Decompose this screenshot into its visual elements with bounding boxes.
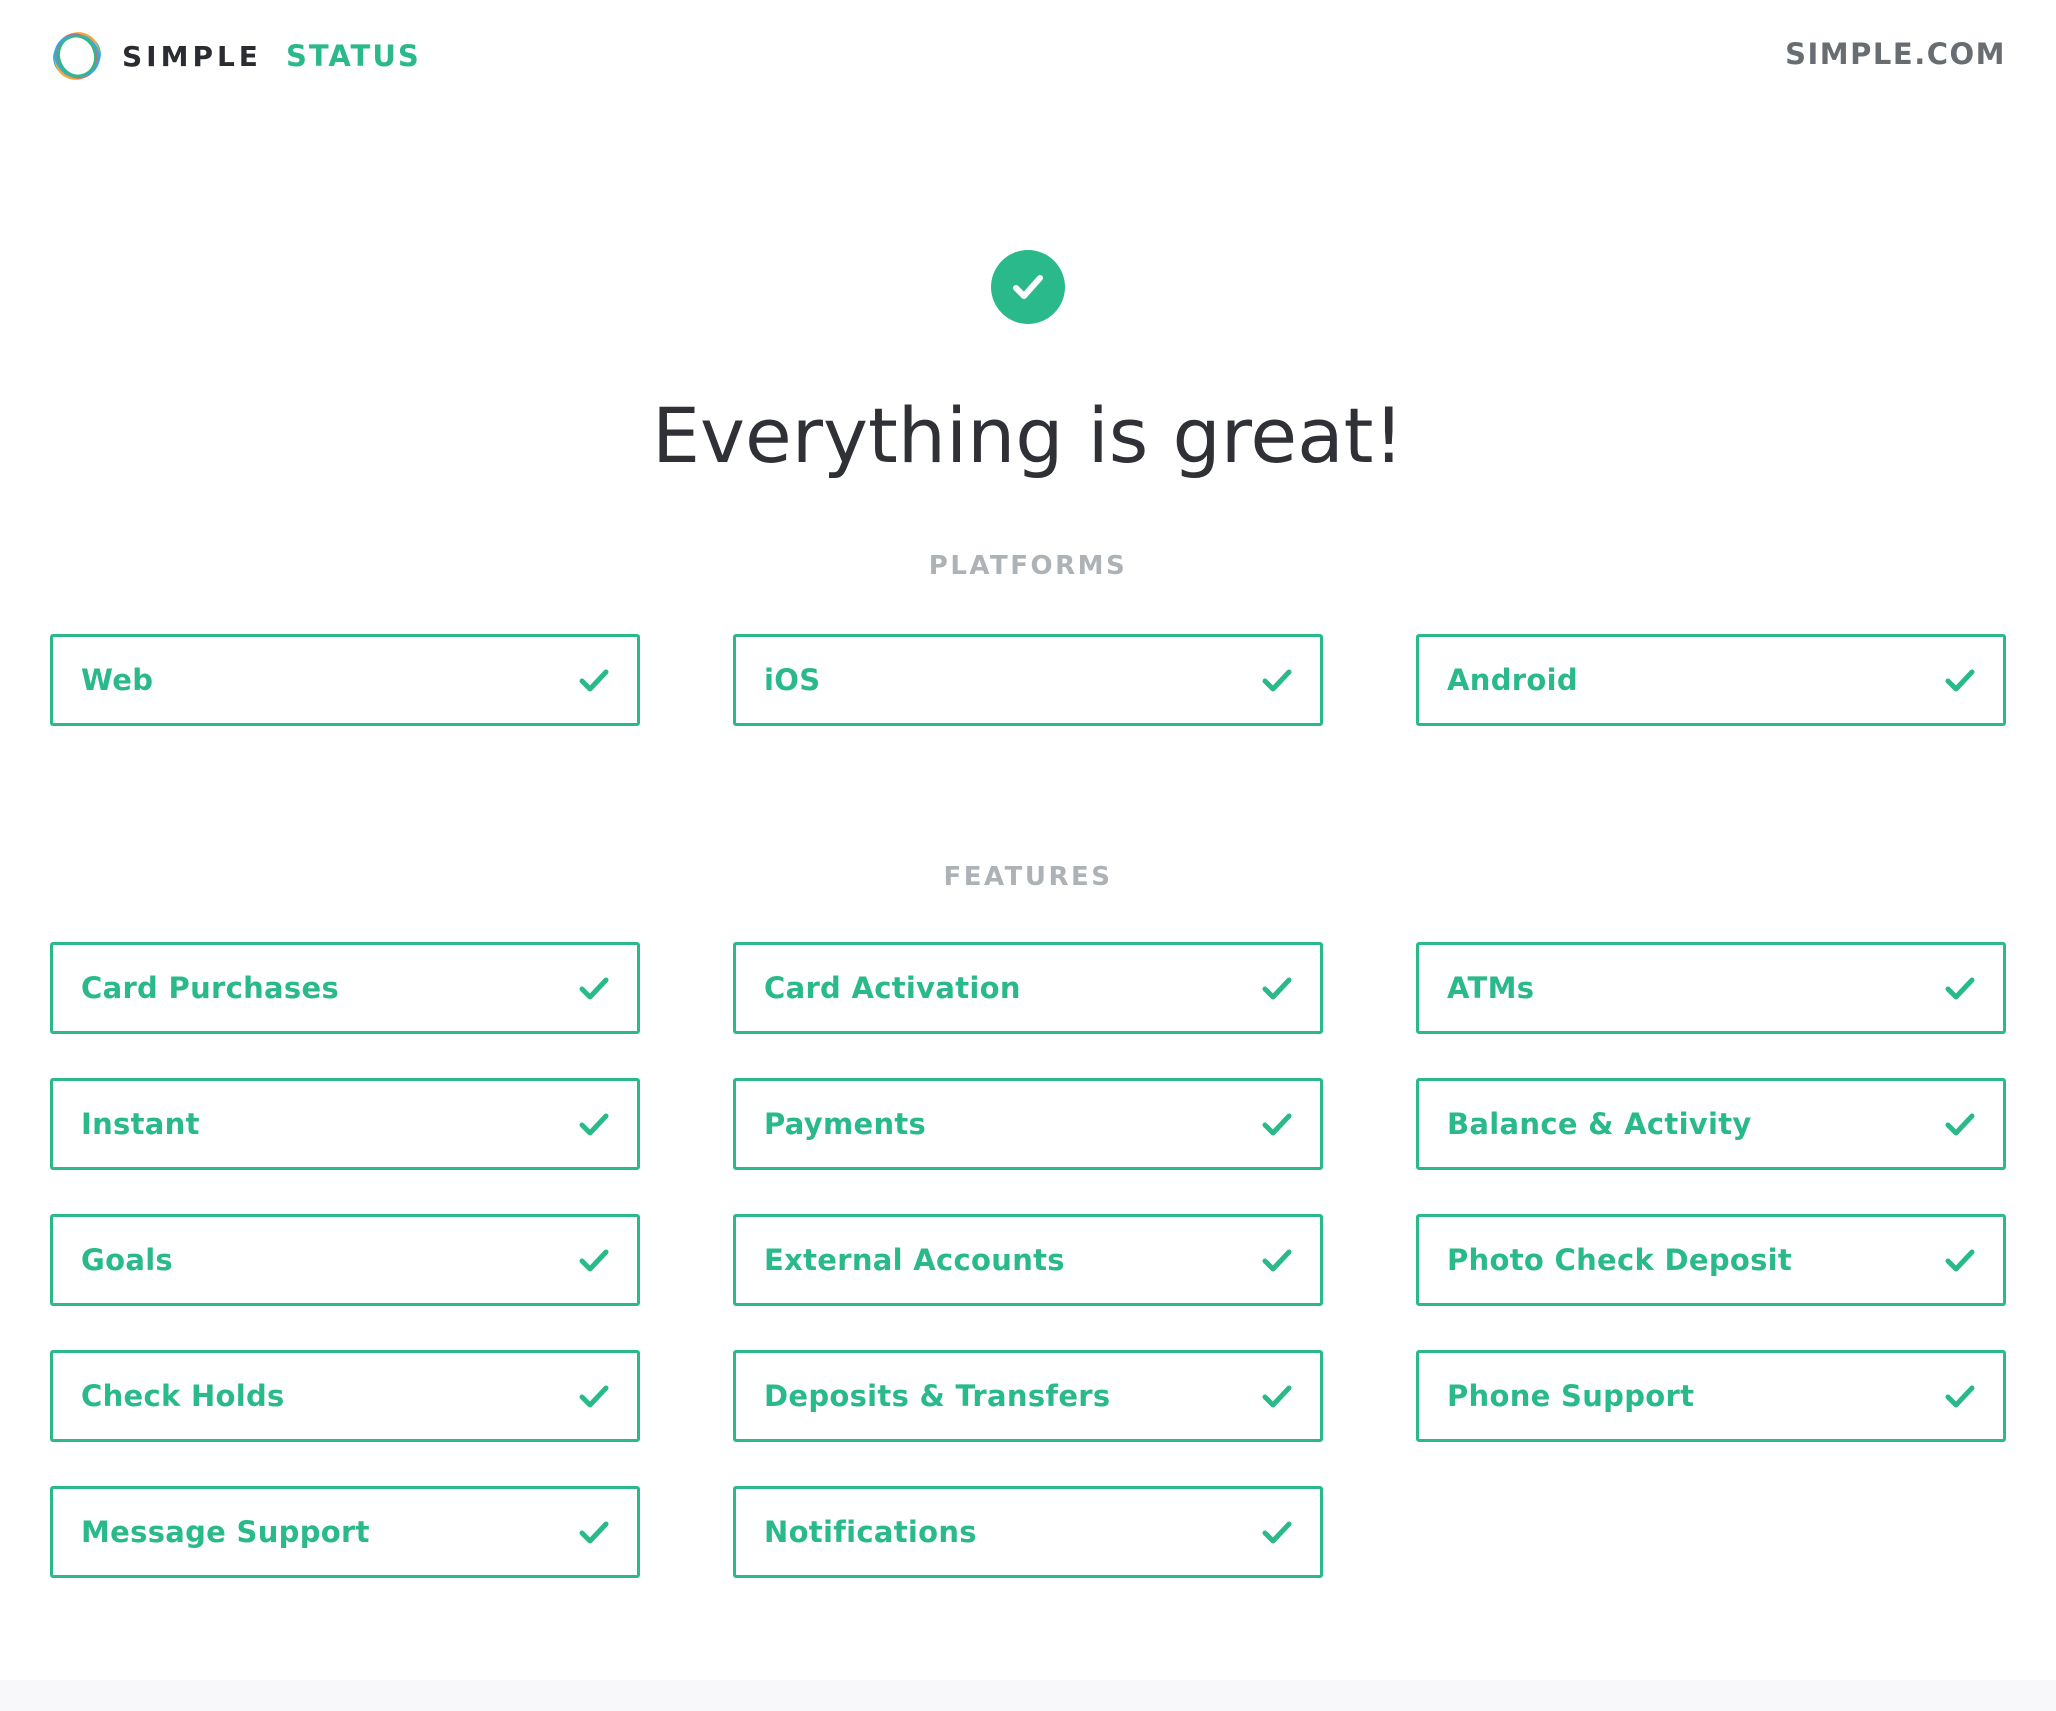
check-icon bbox=[1945, 1113, 1975, 1136]
feature-status-phone-support[interactable]: Phone Support bbox=[1416, 1350, 2006, 1442]
feature-status-deposits-transfers[interactable]: Deposits & Transfers bbox=[733, 1350, 1323, 1442]
footer-band bbox=[0, 1680, 2056, 1711]
feature-status-instant[interactable]: Instant bbox=[50, 1078, 640, 1170]
feature-label: Notifications bbox=[764, 1515, 977, 1549]
check-icon bbox=[1945, 669, 1975, 692]
feature-status-notifications[interactable]: Notifications bbox=[733, 1486, 1323, 1578]
platforms-grid: Web iOS Android bbox=[50, 634, 2006, 726]
check-icon bbox=[1262, 1521, 1292, 1544]
feature-status-card-activation[interactable]: Card Activation bbox=[733, 942, 1323, 1034]
feature-label: Card Activation bbox=[764, 971, 1021, 1005]
check-icon bbox=[579, 669, 609, 692]
brand-product: STATUS bbox=[285, 39, 421, 73]
feature-label: Photo Check Deposit bbox=[1447, 1243, 1793, 1277]
feature-status-photo-check-deposit[interactable]: Photo Check Deposit bbox=[1416, 1214, 2006, 1306]
features-heading: FEATURES bbox=[943, 861, 1113, 892]
feature-label: Instant bbox=[81, 1107, 200, 1141]
simple-logo-icon bbox=[53, 32, 101, 80]
feature-label: Phone Support bbox=[1447, 1379, 1695, 1413]
feature-status-goals[interactable]: Goals bbox=[50, 1214, 640, 1306]
platform-label: iOS bbox=[764, 663, 821, 697]
check-icon bbox=[1945, 1249, 1975, 1272]
platform-label: Web bbox=[81, 663, 154, 697]
brand[interactable]: SIMPLE STATUS bbox=[50, 28, 421, 84]
check-icon bbox=[579, 1521, 609, 1544]
feature-label: Card Purchases bbox=[81, 971, 340, 1005]
check-icon bbox=[1945, 977, 1975, 1000]
page-title: Everything is great! bbox=[652, 390, 1404, 480]
check-icon bbox=[1262, 669, 1292, 692]
check-icon bbox=[1945, 1385, 1975, 1408]
check-icon bbox=[1262, 1385, 1292, 1408]
feature-label: Check Holds bbox=[81, 1379, 285, 1413]
simple-com-link[interactable]: SIMPLE.COM bbox=[1785, 36, 2006, 72]
check-circle-icon bbox=[991, 250, 1065, 324]
feature-label: Goals bbox=[81, 1243, 173, 1277]
feature-status-check-holds[interactable]: Check Holds bbox=[50, 1350, 640, 1442]
feature-label: External Accounts bbox=[764, 1243, 1065, 1277]
platform-status-android[interactable]: Android bbox=[1416, 634, 2006, 726]
feature-label: Balance & Activity bbox=[1447, 1107, 1752, 1141]
check-icon bbox=[579, 977, 609, 1000]
check-icon bbox=[1262, 1249, 1292, 1272]
feature-status-atms[interactable]: ATMs bbox=[1416, 942, 2006, 1034]
check-icon bbox=[1262, 977, 1292, 1000]
brand-name: SIMPLE bbox=[122, 39, 262, 73]
platform-status-web[interactable]: Web bbox=[50, 634, 640, 726]
feature-status-balance-activity[interactable]: Balance & Activity bbox=[1416, 1078, 2006, 1170]
check-icon bbox=[579, 1113, 609, 1136]
feature-label: Message Support bbox=[81, 1515, 370, 1549]
check-icon bbox=[579, 1385, 609, 1408]
feature-status-payments[interactable]: Payments bbox=[733, 1078, 1323, 1170]
platform-label: Android bbox=[1447, 663, 1578, 697]
check-icon bbox=[579, 1249, 609, 1272]
check-icon bbox=[1262, 1113, 1292, 1136]
feature-status-message-support[interactable]: Message Support bbox=[50, 1486, 640, 1578]
feature-status-external-accounts[interactable]: External Accounts bbox=[733, 1214, 1323, 1306]
platform-status-ios[interactable]: iOS bbox=[733, 634, 1323, 726]
feature-label: Deposits & Transfers bbox=[764, 1379, 1111, 1413]
feature-status-card-purchases[interactable]: Card Purchases bbox=[50, 942, 640, 1034]
feature-label: ATMs bbox=[1447, 971, 1535, 1005]
platforms-heading: PLATFORMS bbox=[928, 550, 1128, 581]
features-grid: Card Purchases Card Activation ATMs Inst… bbox=[50, 942, 2006, 1578]
site-header: SIMPLE STATUS SIMPLE.COM bbox=[0, 0, 2056, 110]
feature-label: Payments bbox=[764, 1107, 927, 1141]
